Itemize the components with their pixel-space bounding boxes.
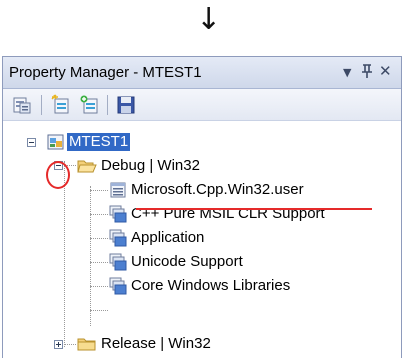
tree-connector: [90, 310, 108, 311]
folder-icon: [77, 335, 96, 353]
panel-title: Property Manager - MTEST1: [9, 64, 202, 81]
properties-icon[interactable]: [11, 94, 33, 116]
tree-node-label: MTEST1: [67, 133, 131, 151]
add-new-property-sheet-icon[interactable]: [51, 94, 73, 116]
auto-hide-pin-icon[interactable]: [361, 62, 373, 82]
tree-connector: [64, 161, 65, 347]
tree-connector: [90, 214, 108, 215]
tree-node-label: Microsoft.Cpp.Win32.user: [131, 181, 304, 198]
underline-annotation: [136, 208, 372, 210]
tree-connector: [64, 344, 76, 345]
tree-node-label: Unicode Support: [131, 253, 243, 270]
save-icon[interactable]: [115, 94, 137, 116]
property-sheet-stack-icon: [109, 229, 127, 247]
property-tree: MTEST1 Debug | Win32 Microsoft.Cpp.Win32…: [3, 121, 401, 358]
tree-connector: [90, 262, 108, 263]
expand-toggle-icon[interactable]: [54, 340, 63, 349]
property-sheet-icon: [109, 181, 127, 199]
tree-connector: [90, 286, 108, 287]
toolbar-separator: [41, 95, 42, 115]
collapse-toggle-icon[interactable]: [27, 138, 36, 147]
panel-toolbar: [3, 89, 401, 121]
highlight-circle-annotation: [46, 161, 70, 189]
project-icon: [47, 133, 65, 151]
window-position-dropdown-icon[interactable]: ▼: [343, 66, 351, 79]
tree-connector: [90, 238, 108, 239]
down-arrow-annotation: ↓: [196, 2, 222, 37]
property-sheet-stack-icon: [109, 277, 127, 295]
tree-connector: [90, 190, 108, 191]
property-sheet-stack-icon: [109, 205, 127, 223]
toolbar-separator: [107, 95, 108, 115]
tree-node-label: Core Windows Libraries: [131, 277, 291, 294]
tree-node-label: Application: [131, 229, 205, 246]
add-existing-property-sheet-icon[interactable]: [79, 94, 101, 116]
open-folder-icon: [77, 157, 97, 175]
property-sheet-stack-icon: [109, 253, 127, 271]
tree-node-label: Release | Win32: [101, 335, 211, 352]
property-manager-panel: Property Manager - MTEST1 ▼ ✕ MTEST1 Deb…: [2, 56, 402, 358]
tree-connector: [90, 186, 91, 326]
panel-title-bar: Property Manager - MTEST1 ▼ ✕: [3, 57, 401, 89]
tree-node-label: Debug | Win32: [101, 157, 200, 174]
close-icon[interactable]: ✕: [379, 62, 392, 80]
